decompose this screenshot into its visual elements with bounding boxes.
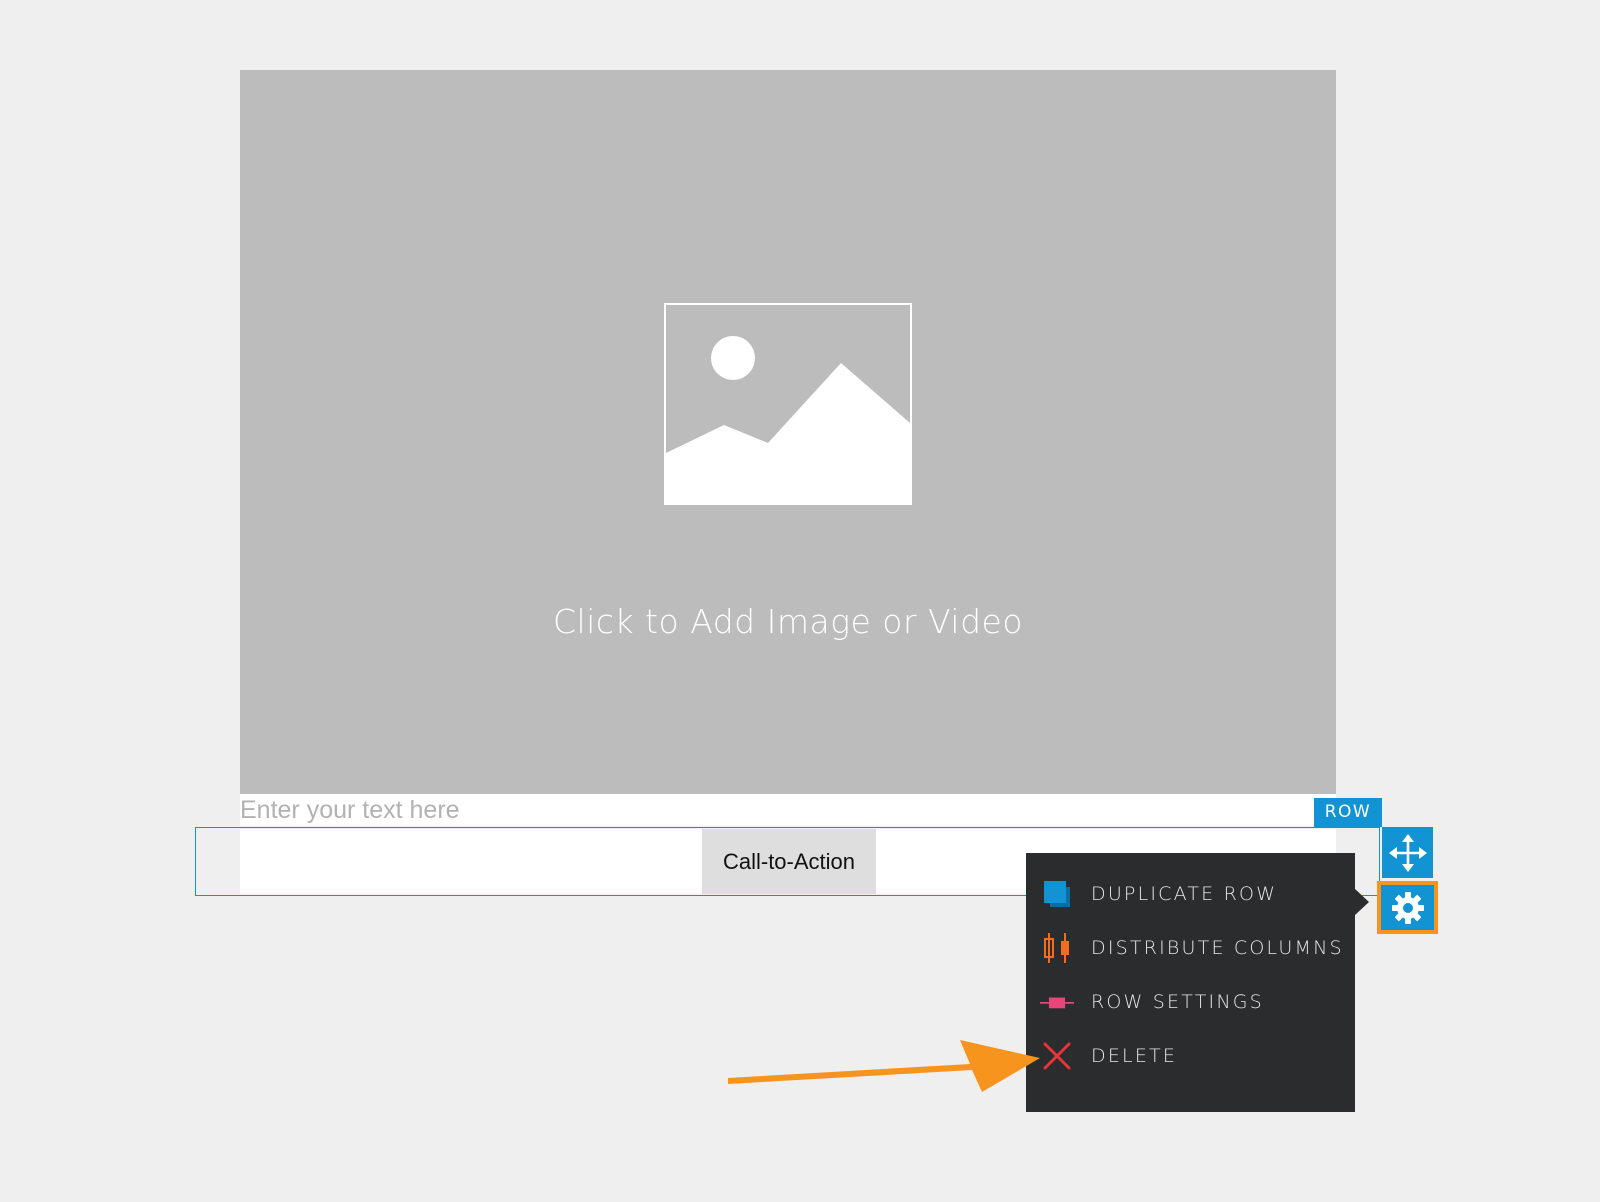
call-to-action-button[interactable]: Call-to-Action [702,829,876,894]
menu-item-duplicate-row[interactable]: DUPLICATE ROW [1026,869,1355,919]
row-settings-icon [1040,985,1074,1019]
annotation-arrow-icon [728,1040,1040,1092]
menu-item-distribute-columns[interactable]: DISTRIBUTE COLUMNS [1026,923,1355,973]
move-arrows-icon [1388,833,1427,872]
menu-item-label: DISTRIBUTE COLUMNS [1091,937,1344,959]
media-placeholder-label: Click to Add Image or Video [552,602,1024,641]
row-context-menu: DUPLICATE ROW DISTRIBUTE COLUMNS ROW SET… [1026,853,1369,1112]
text-input[interactable] [240,794,1336,826]
menu-item-row-settings[interactable]: ROW SETTINGS [1026,977,1355,1027]
page-builder-canvas: Click to Add Image or Video ROW Call-to-… [0,0,1600,1202]
menu-item-delete[interactable]: DELETE [1026,1031,1355,1081]
menu-pointer [1355,889,1369,915]
row-settings-gear-button[interactable] [1377,881,1438,934]
duplicate-icon [1040,877,1074,911]
distribute-columns-icon [1040,931,1074,965]
gear-icon [1391,891,1424,924]
move-row-button[interactable] [1382,827,1433,878]
row-tag: ROW [1314,798,1382,827]
text-block [240,794,1336,826]
delete-x-icon [1040,1039,1074,1073]
menu-item-label: DUPLICATE ROW [1091,883,1278,905]
image-placeholder-icon [664,303,912,505]
menu-item-label: ROW SETTINGS [1091,991,1264,1013]
media-placeholder[interactable]: Click to Add Image or Video [240,70,1336,794]
menu-item-label: DELETE [1091,1045,1178,1067]
